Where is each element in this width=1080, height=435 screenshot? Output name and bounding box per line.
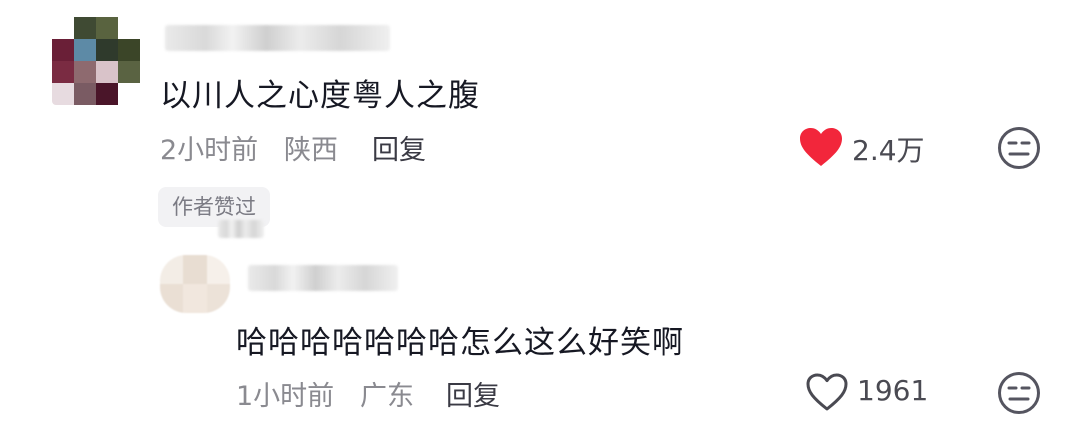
reply-text: 哈哈哈哈哈哈哈怎么这么好笑啊 bbox=[236, 325, 684, 361]
avatar[interactable] bbox=[160, 255, 230, 313]
reply-button[interactable]: 回复 bbox=[372, 128, 426, 167]
like-count: 1961 bbox=[857, 374, 929, 407]
reply-button[interactable]: 回复 bbox=[446, 374, 500, 413]
like-count: 2.4万 bbox=[852, 134, 925, 167]
neutral-face-icon[interactable] bbox=[997, 371, 1041, 415]
neutral-face-icon[interactable] bbox=[997, 126, 1041, 170]
comment-location: 陕西 bbox=[284, 135, 338, 166]
redacted-fragment bbox=[218, 220, 264, 238]
reply-time: 1小时前 bbox=[236, 381, 335, 412]
heart-filled-icon[interactable] bbox=[798, 126, 844, 168]
heart-outline-icon[interactable] bbox=[805, 372, 849, 412]
comment-text: 以川人之心度粤人之腹 bbox=[160, 78, 480, 114]
username-redacted[interactable] bbox=[165, 25, 390, 51]
avatar[interactable] bbox=[52, 17, 140, 105]
reply-location: 广东 bbox=[360, 381, 414, 412]
comment-time: 2小时前 bbox=[160, 135, 259, 166]
username-redacted[interactable] bbox=[248, 265, 398, 291]
